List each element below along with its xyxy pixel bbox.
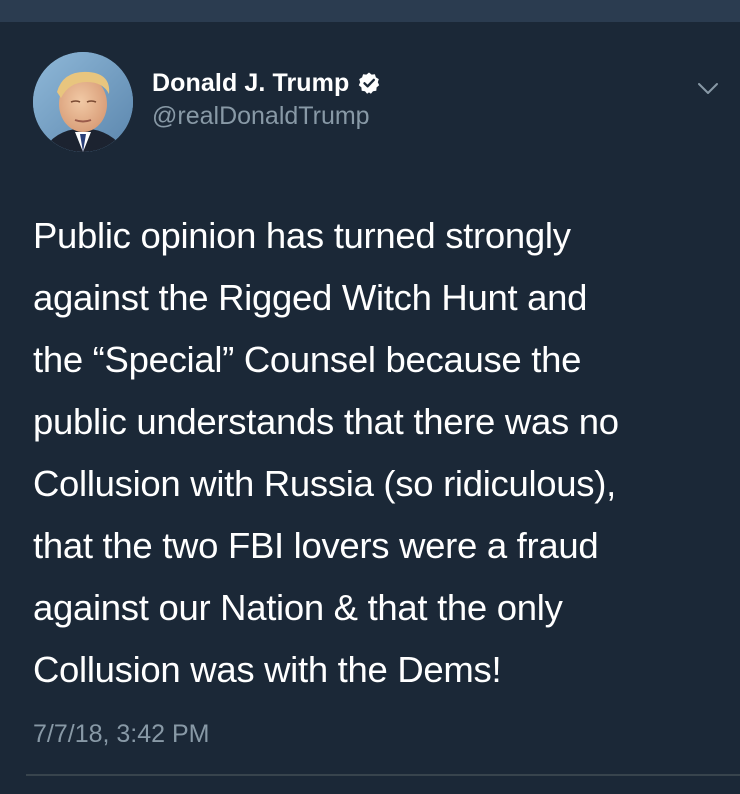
avatar-photo (33, 52, 133, 152)
tweet-screen: Donald J. Trump @realDonaldTrump Public … (0, 0, 740, 794)
avatar[interactable] (33, 52, 133, 152)
handle[interactable]: @realDonaldTrump (152, 102, 370, 131)
chevron-down-icon[interactable] (694, 74, 722, 102)
top-strip (0, 0, 740, 22)
display-name[interactable]: Donald J. Trump (152, 69, 349, 98)
timestamp[interactable]: 7/7/18, 3:42 PM (33, 720, 210, 749)
tweet-text: Public opinion has turned strongly again… (33, 215, 619, 690)
verified-badge-icon (357, 71, 381, 95)
divider (26, 774, 740, 776)
author-row[interactable]: Donald J. Trump (152, 66, 381, 100)
